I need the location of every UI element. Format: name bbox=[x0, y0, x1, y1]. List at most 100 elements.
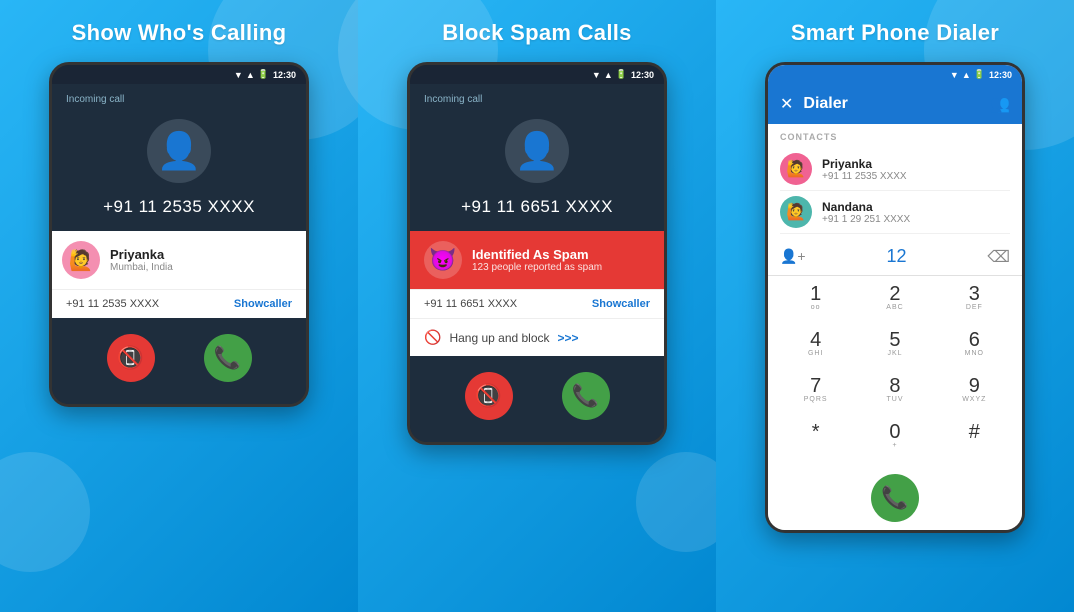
contact-number-priyanka: +91 11 2535 XXXX bbox=[822, 171, 907, 182]
contact-row-priyanka[interactable]: 🙋 Priyanka +91 11 2535 XXXX bbox=[780, 148, 1010, 191]
key-num-7: 7 bbox=[810, 376, 821, 396]
key-alpha-0: + bbox=[892, 442, 897, 452]
battery-icon: 🔋 bbox=[258, 69, 269, 80]
key-*[interactable]: * bbox=[776, 414, 855, 460]
person-icon-2: 👤 bbox=[515, 130, 560, 172]
showcaller-link-2[interactable]: Showcaller bbox=[592, 298, 650, 310]
key-num-5: 5 bbox=[889, 330, 900, 350]
contact-name-nandana: Nandana bbox=[822, 200, 910, 214]
key-alpha-3: DEF bbox=[966, 304, 983, 314]
answer-button-1[interactable]: 📞 bbox=[204, 334, 252, 382]
key-num-*: * bbox=[812, 422, 820, 442]
panel3-title: Smart Phone Dialer bbox=[791, 20, 999, 46]
key-num-2: 2 bbox=[889, 284, 900, 304]
caller-photo-1: 🙋 bbox=[62, 241, 100, 279]
phone-number-row-1: +91 11 2535 XXXX Showcaller bbox=[52, 289, 306, 318]
key-0[interactable]: 0+ bbox=[855, 414, 934, 460]
contact-info-priyanka: Priyanka +91 11 2535 XXXX bbox=[822, 157, 907, 182]
showcaller-link-1[interactable]: Showcaller bbox=[234, 298, 292, 310]
phone-number-row-2: +91 11 6651 XXXX Showcaller bbox=[410, 289, 664, 318]
key-#[interactable]: # bbox=[935, 414, 1014, 460]
phone-mockup-3: ▼ ▲ 🔋 12:30 ✕ Dialer 👥 CONTACTS 🙋 Priyan… bbox=[765, 62, 1025, 533]
contact-avatar-nandana: 🙋 bbox=[780, 196, 812, 228]
signal-icon-2: ▼ bbox=[592, 70, 601, 80]
caller-name-1: Priyanka bbox=[110, 247, 292, 262]
dialer-number-display: 12 bbox=[812, 246, 982, 267]
signal-icon-3: ▼ bbox=[950, 70, 959, 80]
key-num-1: 1 bbox=[810, 284, 821, 304]
contact-row-nandana[interactable]: 🙋 Nandana +91 1 29 251 XXXX bbox=[780, 191, 1010, 234]
key-num-0: 0 bbox=[889, 422, 900, 442]
call-buttons-1: 📵 📞 bbox=[52, 318, 306, 388]
key-num-9: 9 bbox=[969, 376, 980, 396]
close-icon[interactable]: ✕ bbox=[780, 94, 793, 114]
key-num-3: 3 bbox=[969, 284, 980, 304]
answer-button-2[interactable]: 📞 bbox=[562, 372, 610, 420]
dialer-input-row: 👤+ 12 ⌫ bbox=[768, 238, 1022, 276]
panel1-title: Show Who's Calling bbox=[72, 20, 287, 46]
key-alpha-9: WXYZ bbox=[962, 396, 986, 406]
key-2[interactable]: 2ABC bbox=[855, 276, 934, 322]
incoming-label-1: Incoming call bbox=[66, 94, 124, 105]
caller-info-1: Priyanka Mumbai, India bbox=[110, 247, 292, 273]
key-5[interactable]: 5JKL bbox=[855, 322, 934, 368]
decline-button-1[interactable]: 📵 bbox=[107, 334, 155, 382]
key-6[interactable]: 6MNO bbox=[935, 322, 1014, 368]
backspace-icon[interactable]: ⌫ bbox=[987, 247, 1010, 267]
status-time-2: 12:30 bbox=[631, 70, 654, 80]
dialer-title: Dialer bbox=[803, 95, 980, 113]
status-icons-3: ▼ ▲ 🔋 bbox=[950, 69, 985, 80]
phone-number-2: +91 11 6651 XXXX bbox=[461, 197, 613, 217]
phone-mockup-1: ▼ ▲ 🔋 12:30 Incoming call 👤 +91 11 2535 … bbox=[49, 62, 309, 407]
keypad: 1oo2ABC3DEF4GHI5JKL6MNO7PQRS8TUV9WXYZ*0+… bbox=[768, 276, 1022, 468]
spam-info: Identified As Spam 123 people reported a… bbox=[472, 247, 650, 273]
incoming-label-2: Incoming call bbox=[424, 94, 482, 105]
contact-avatar-priyanka: 🙋 bbox=[780, 153, 812, 185]
wifi-icon-2: ▲ bbox=[604, 70, 613, 80]
caller-avatar-1: 👤 bbox=[147, 119, 211, 183]
contacts-icon[interactable]: 👥 bbox=[990, 94, 1010, 114]
contact-name-priyanka: Priyanka bbox=[822, 157, 907, 171]
battery-icon-3: 🔋 bbox=[974, 69, 985, 80]
key-1[interactable]: 1oo bbox=[776, 276, 855, 322]
contact-number-nandana: +91 1 29 251 XXXX bbox=[822, 214, 910, 225]
key-3[interactable]: 3DEF bbox=[935, 276, 1014, 322]
call-buttons-2: 📵 📞 bbox=[410, 356, 664, 426]
phone-number-1: +91 11 2535 XXXX bbox=[103, 197, 255, 217]
key-alpha-5: JKL bbox=[887, 350, 902, 360]
signal-icon: ▼ bbox=[234, 70, 243, 80]
hangup-arrow: >>> bbox=[558, 331, 579, 345]
key-7[interactable]: 7PQRS bbox=[776, 368, 855, 414]
key-4[interactable]: 4GHI bbox=[776, 322, 855, 368]
key-alpha-8: TUV bbox=[886, 396, 903, 406]
key-9[interactable]: 9WXYZ bbox=[935, 368, 1014, 414]
status-bar-3: ▼ ▲ 🔋 12:30 bbox=[768, 65, 1022, 84]
wifi-icon-3: ▲ bbox=[962, 70, 971, 80]
key-alpha-7: PQRS bbox=[804, 396, 828, 406]
key-num-#: # bbox=[969, 422, 980, 442]
wifi-icon: ▲ bbox=[246, 70, 255, 80]
phone-mockup-2: ▼ ▲ 🔋 12:30 Incoming call 👤 +91 11 6651 … bbox=[407, 62, 667, 445]
spam-icon: 😈 bbox=[424, 241, 462, 279]
panel2-title: Block Spam Calls bbox=[442, 20, 631, 46]
key-alpha-2: ABC bbox=[886, 304, 903, 314]
dialer-call-btn-row: 📞 bbox=[768, 468, 1022, 530]
dialer-call-button[interactable]: 📞 bbox=[871, 474, 919, 522]
key-8[interactable]: 8TUV bbox=[855, 368, 934, 414]
key-alpha-6: MNO bbox=[965, 350, 984, 360]
battery-icon-2: 🔋 bbox=[616, 69, 627, 80]
panel-block-spam: Block Spam Calls ▼ ▲ 🔋 12:30 Incoming ca… bbox=[358, 0, 716, 612]
hangup-row[interactable]: 🚫 Hang up and block >>> bbox=[410, 318, 664, 356]
spam-title: Identified As Spam bbox=[472, 247, 650, 262]
add-contact-icon[interactable]: 👤+ bbox=[780, 248, 806, 265]
phone-screen-2: Incoming call 👤 +91 11 6651 XXXX 😈 Ident… bbox=[410, 84, 664, 442]
status-icons-2: ▼ ▲ 🔋 bbox=[592, 69, 627, 80]
decline-button-2[interactable]: 📵 bbox=[465, 372, 513, 420]
contact-info-nandana: Nandana +91 1 29 251 XXXX bbox=[822, 200, 910, 225]
caller-location-1: Mumbai, India bbox=[110, 262, 292, 273]
caller-number-display-2: +91 11 6651 XXXX bbox=[424, 298, 517, 310]
key-num-8: 8 bbox=[889, 376, 900, 396]
block-icon: 🚫 bbox=[424, 329, 441, 346]
status-bar-1: ▼ ▲ 🔋 12:30 bbox=[52, 65, 306, 84]
phone-screen-1: Incoming call 👤 +91 11 2535 XXXX 🙋 Priya… bbox=[52, 84, 306, 404]
